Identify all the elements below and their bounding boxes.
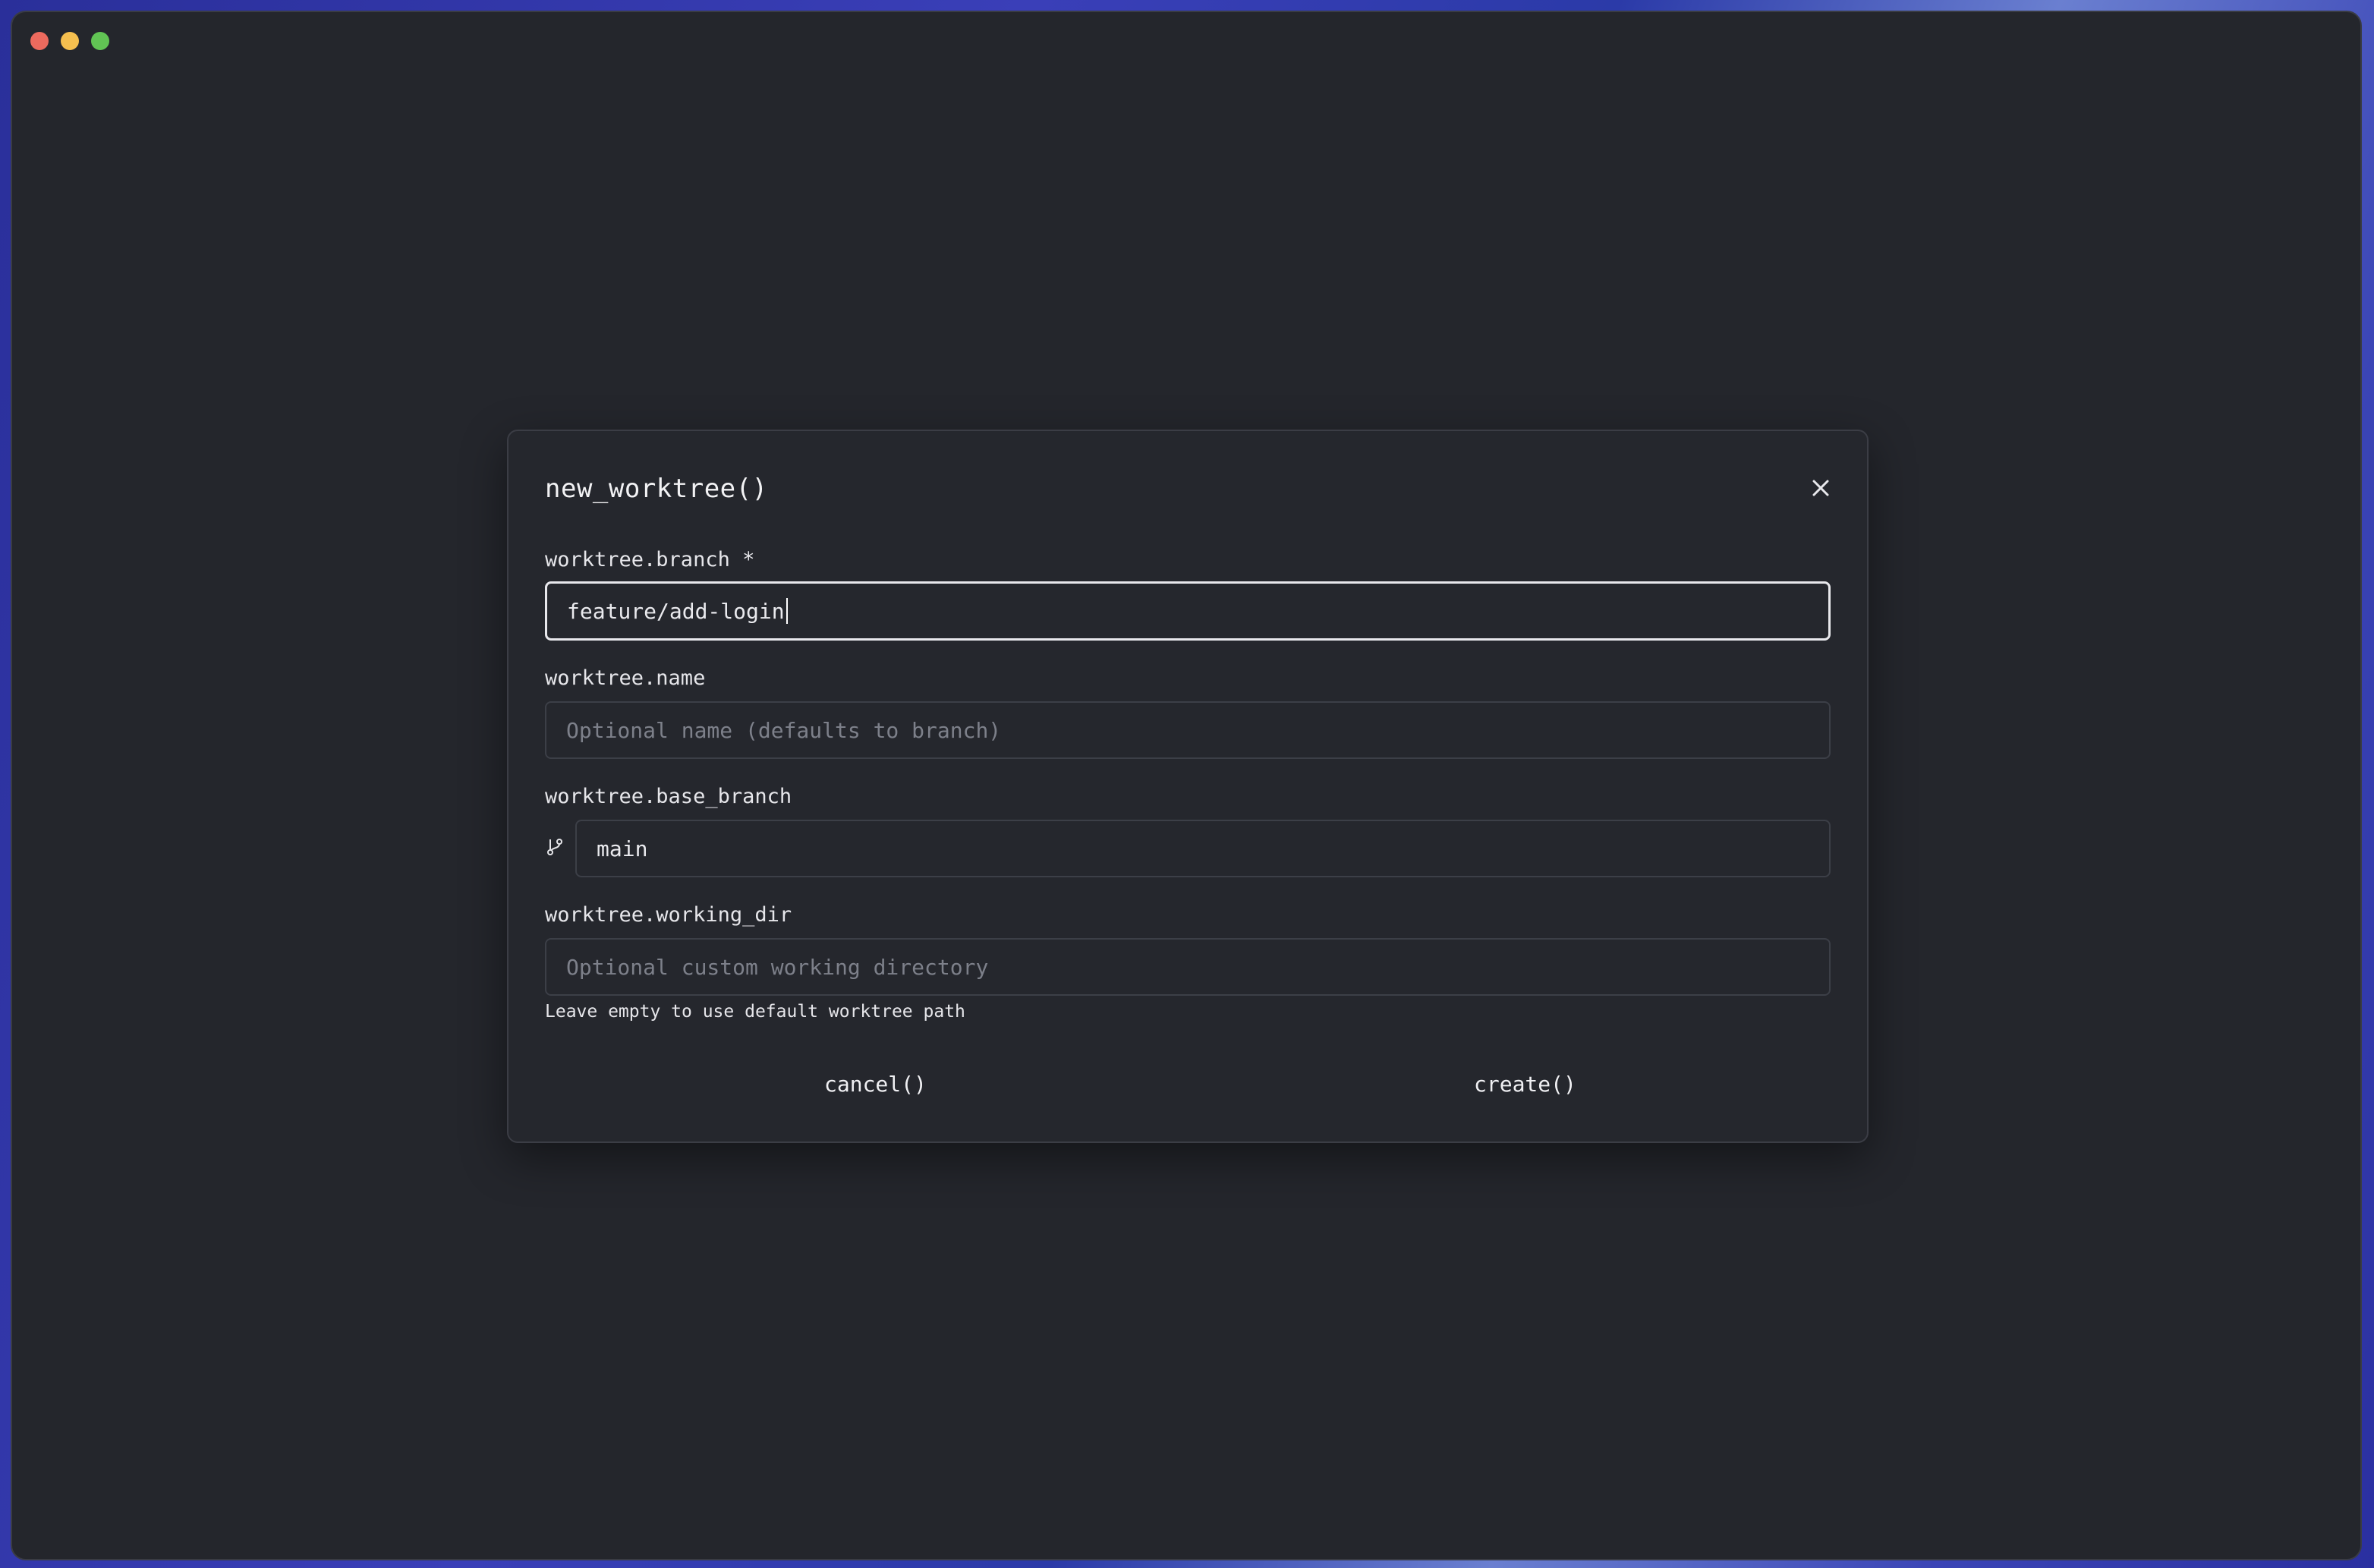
base-branch-value: main [597, 836, 648, 861]
app-window: new_worktree() worktree.branch * feature… [11, 11, 2362, 1560]
working-dir-input[interactable] [545, 938, 1831, 996]
window-controls [30, 32, 109, 50]
new-worktree-dialog: new_worktree() worktree.branch * feature… [507, 430, 1869, 1143]
working-dir-label: worktree.working_dir [545, 903, 792, 927]
base-branch-select[interactable]: main [575, 820, 1831, 877]
dialog-title: new_worktree() [545, 474, 768, 504]
window-minimize-button[interactable] [61, 32, 79, 50]
base-branch-label: worktree.base_branch [545, 785, 792, 808]
close-icon[interactable] [1806, 474, 1835, 502]
window-close-button[interactable] [30, 32, 49, 50]
name-label: worktree.name [545, 666, 706, 690]
name-input[interactable] [545, 701, 1831, 759]
create-button[interactable]: create() [1462, 1066, 1588, 1103]
window-zoom-button[interactable] [91, 32, 109, 50]
git-branch-icon [547, 839, 562, 855]
text-caret [786, 598, 788, 624]
branch-label: worktree.branch * [545, 548, 755, 571]
branch-input-value: feature/add-login [567, 598, 785, 624]
cancel-button[interactable]: cancel() [812, 1066, 939, 1103]
branch-input[interactable]: feature/add-login [545, 581, 1831, 641]
working-dir-hint: Leave empty to use default worktree path [545, 1002, 965, 1022]
